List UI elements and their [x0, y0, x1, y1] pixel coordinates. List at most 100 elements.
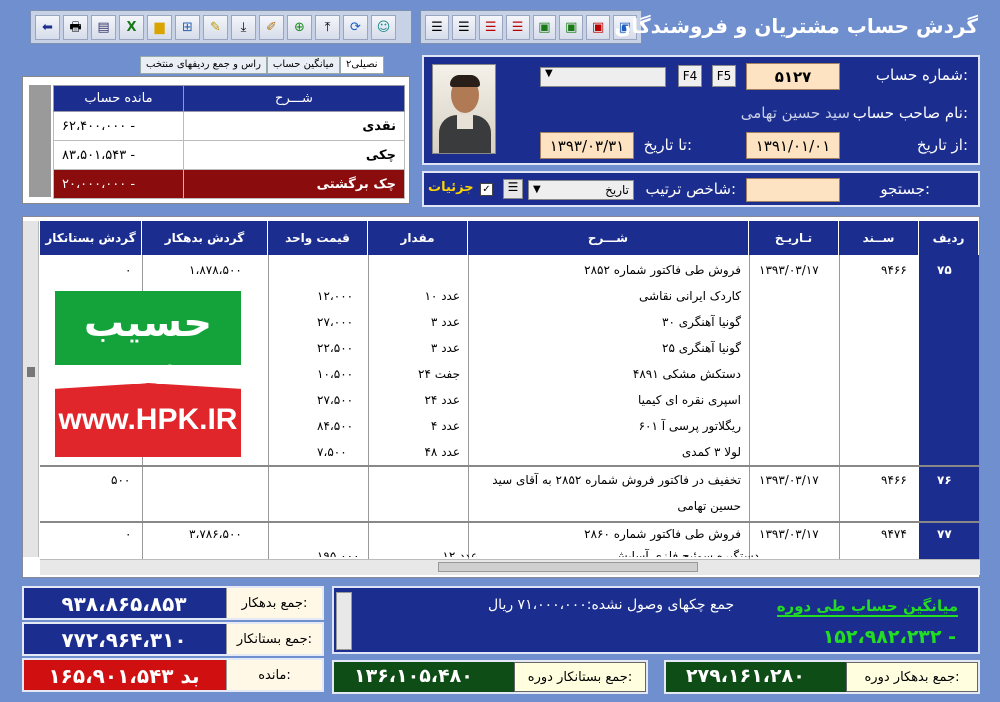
sort-value: تاریخ — [605, 183, 629, 197]
summary-row[interactable]: ۲۰،۰۰۰،۰۰۰ - چک برگشتی — [53, 169, 405, 199]
header-debit[interactable]: گردش بدهکار — [142, 221, 268, 255]
total-credit-value: ۷۷۲،۹۶۴،۳۱۰ — [61, 628, 187, 652]
row-number: ۷۵ — [937, 263, 952, 277]
header-description[interactable]: شـــرح — [468, 221, 749, 255]
summary-label: نقدی — [183, 111, 405, 141]
line-desc: گونیا آهنگری ۲۵ — [662, 341, 741, 355]
folder-icon[interactable]: ▆ — [147, 14, 172, 40]
back-icon[interactable]: ⬅ — [35, 14, 60, 40]
f5-button[interactable]: F5 — [712, 65, 736, 87]
owner-label: نام صاحب حساب: — [852, 104, 968, 122]
summary-label: چکی — [183, 140, 405, 170]
row-date: ۱۳۹۳/۰۳/۱۷ — [759, 473, 819, 487]
list-icon[interactable]: ☰ — [505, 14, 530, 40]
doc-number: ۹۴۶۶ — [881, 263, 907, 277]
header-doc[interactable]: ســند — [839, 221, 919, 255]
summary-row[interactable]: ۸۳،۵۰۱،۵۴۳ - چکی — [53, 140, 405, 170]
horizontal-scrollbar[interactable] — [40, 559, 980, 575]
row-number-column — [919, 255, 979, 559]
line-unit-price: ۲۲،۵۰۰ — [317, 341, 354, 355]
balance-label: مانده: — [226, 660, 322, 690]
line-qty: ۳ عدد — [430, 315, 460, 329]
line-desc: دستکش مشکی ۴۸۹۱ — [632, 367, 741, 381]
brand-logo: حسیب نت www.HPK.IR — [55, 291, 241, 457]
edit-icon[interactable]: ✐ — [259, 14, 284, 40]
from-date-field[interactable]: ۱۳۹۱/۰۱/۰۱ — [746, 132, 840, 159]
vertical-scrollbar[interactable] — [23, 221, 39, 557]
period-debit-value: ۲۷۹،۱۶۱،۲۸۰ — [686, 665, 805, 687]
average-label: میانگین حساب طی دوره — [776, 597, 958, 617]
period-debit-box: جمع بدهکار دوره: ۲۷۹،۱۶۱،۲۸۰ — [664, 660, 980, 694]
period-credit-label: جمع بستانکار دوره: — [514, 662, 646, 692]
grid-icon[interactable]: ▣ — [586, 14, 611, 40]
grid-icon[interactable]: ▣ — [559, 14, 584, 40]
account-select[interactable]: ▼ — [540, 67, 666, 87]
total-debit-label: جمع بدهکار: — [226, 588, 322, 618]
print-icon[interactable]: 🖶 — [63, 14, 88, 40]
average-value: ۱۵۲،۹۸۲،۲۳۲ - — [822, 626, 956, 648]
users-icon[interactable]: ☺ — [371, 14, 396, 40]
details-checkbox[interactable]: ✓ — [480, 183, 493, 196]
tab-detail2[interactable]: نصیلی۲ — [340, 56, 384, 74]
header-date[interactable]: تـاریـخ — [749, 221, 839, 255]
grid-icon[interactable]: ▣ — [532, 14, 557, 40]
book-icon[interactable]: ▤ — [91, 14, 116, 40]
total-credit-box: جمع بستانکار: ۷۷۲،۹۶۴،۳۱۰ — [22, 622, 324, 656]
summary-tabs: راس و جمع ردیفهای منتخب میانگین حساب نصی… — [140, 56, 384, 74]
transactions-grid: گردش بستانکار گردش بدهکار قیمت واحد مقدا… — [22, 216, 980, 578]
note-icon[interactable]: ✎ — [203, 14, 228, 40]
line-unit-price: ۸۴،۵۰۰ — [317, 419, 354, 433]
account-number-field[interactable]: ۵۱۲۷ — [746, 63, 840, 90]
sort-list-icon[interactable]: ☰ — [503, 179, 523, 199]
refresh-icon[interactable]: ⟳ — [343, 14, 368, 40]
upload-icon[interactable]: ⤒ — [315, 14, 340, 40]
header-row[interactable]: ردیف — [919, 221, 979, 255]
total-debit-value: ۹۳۸،۸۶۵،۸۵۳ — [61, 592, 187, 616]
doc-number: ۹۴۷۴ — [881, 527, 907, 541]
to-date-label: تا تاریخ: — [643, 136, 692, 154]
line-qty: ۱۰ عدد — [424, 289, 460, 303]
excel-icon[interactable]: X — [119, 14, 144, 40]
add-icon[interactable]: ⊕ — [287, 14, 312, 40]
scroll-thumb[interactable] — [27, 367, 35, 377]
period-credit-value: ۱۳۶،۱۰۵،۴۸۰ — [354, 665, 473, 687]
tab-average[interactable]: میانگین حساب — [266, 56, 341, 74]
account-number-label: شماره حساب: — [875, 66, 968, 84]
list-icon[interactable]: ☰ — [451, 14, 476, 40]
line-unit-price: ۱۹۵،۰۰۰ — [317, 549, 360, 557]
f4-button[interactable]: F4 — [678, 65, 702, 87]
details-label: جزئیات — [428, 180, 474, 195]
summary-row[interactable]: ۶۲،۴۰۰،۰۰۰ - نقدی — [53, 111, 405, 141]
tab-balance-summary[interactable]: راس و جمع ردیفهای منتخب — [140, 56, 267, 74]
line-desc: اسپری نقره ای کیمیا — [637, 393, 741, 407]
tree-icon[interactable]: ⊞ — [175, 14, 200, 40]
row-debit: ۳،۷۸۶،۵۰۰ — [189, 527, 242, 541]
sort-select[interactable]: تاریخ ▼ — [528, 180, 634, 200]
line-unit-price: ۱۲،۰۰۰ — [317, 289, 354, 303]
page-title: گردش حساب مشتریان و فروشندگان — [614, 14, 978, 38]
period-credit-box: جمع بستانکار دوره: ۱۳۶،۱۰۵،۴۸۰ — [332, 660, 648, 694]
header-quantity[interactable]: مقدار — [368, 221, 468, 255]
total-credit-label: جمع بستانکار: — [226, 624, 322, 654]
download-icon[interactable]: ⤓ — [231, 14, 256, 40]
row-date: ۱۳۹۳/۰۳/۱۷ — [759, 263, 819, 277]
header-unit-price[interactable]: قیمت واحد — [268, 221, 368, 255]
summary-side-strip — [29, 85, 51, 197]
balance-box: مانده: ۱۶۵،۹۰۱،۵۴۳ بد — [22, 658, 324, 692]
hscroll-thumb[interactable] — [438, 562, 698, 572]
row-credit: ۰ — [125, 263, 132, 277]
to-date-field[interactable]: ۱۳۹۳/۰۳/۳۱ — [540, 132, 634, 159]
list-icon[interactable]: ☰ — [425, 14, 449, 40]
line-desc: دستگیره سوئیچ فلزی آسایش — [613, 549, 759, 557]
row-number: ۷۷ — [937, 527, 952, 541]
info-scrollbar[interactable] — [336, 592, 352, 650]
line-qty: ۱۲ عدد — [442, 549, 478, 557]
line-qty: ۴ عدد — [430, 419, 460, 433]
list-icon[interactable]: ☰ — [478, 14, 503, 40]
header-credit[interactable]: گردش بستانکار — [40, 221, 142, 255]
logo-brand-text: حسیب نت — [83, 300, 213, 394]
search-input[interactable] — [746, 178, 840, 202]
summary-label: چک برگشتی — [183, 169, 405, 199]
logo-url-text: www.HPK.IR — [58, 403, 238, 436]
line-desc: تخفیف در فاکتور فروش شماره ۲۸۵۲ به آقای … — [492, 473, 741, 487]
